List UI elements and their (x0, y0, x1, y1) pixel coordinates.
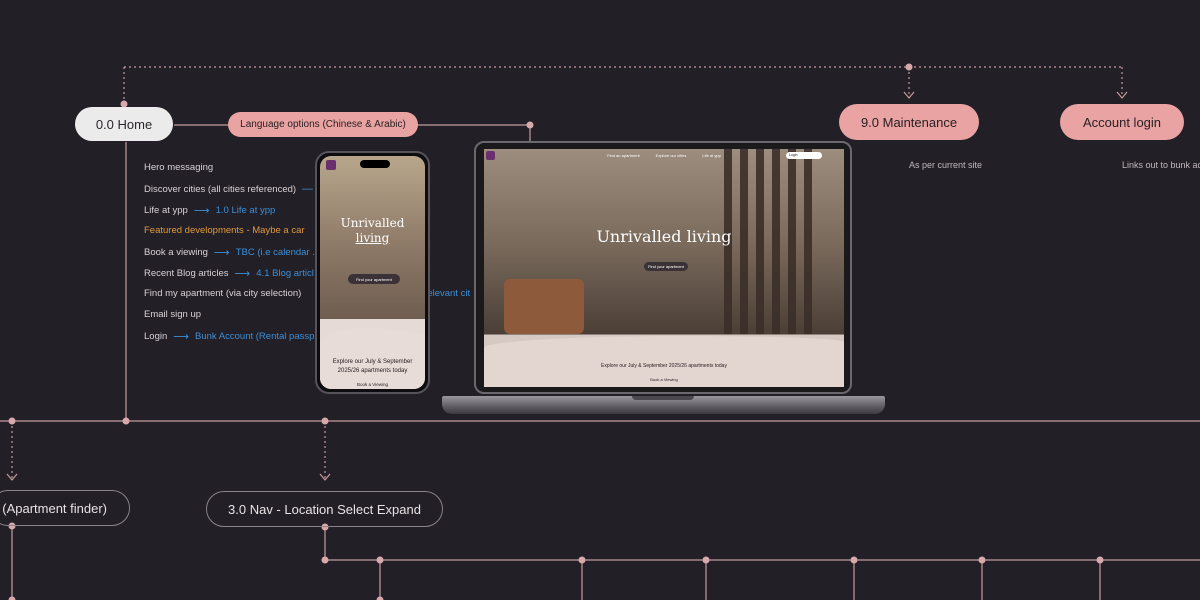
list-item: Recent Blog articles ⟶ 4.1 Blog articl (144, 267, 314, 280)
node-nav-location-select[interactable]: 3.0 Nav - Location Select Expand (206, 491, 443, 527)
phone-mockup: Unrivalled living Find your apartment Ex… (315, 151, 430, 394)
list-item-label: Email sign up (144, 309, 202, 320)
list-item-label: Login (144, 331, 168, 342)
laptop-nav-item[interactable]: Find an apartment (607, 153, 639, 158)
phone-cta-button[interactable]: Find your apartment (348, 274, 400, 284)
list-item-link[interactable]: Bunk Account (Rental passp (195, 331, 314, 342)
node-language-options[interactable]: Language options (Chinese & Arabic) (228, 112, 418, 137)
account-login-note: Links out to bunk ac (1122, 160, 1200, 170)
laptop-base (442, 396, 885, 414)
list-item-label: Find my apartment (via city selection) (144, 288, 302, 299)
laptop-screen: Find an apartment Explore our cities Lif… (484, 149, 844, 387)
list-item: Life at ypp ⟶ 1.0 Life at ypp (144, 204, 275, 217)
list-item-link[interactable]: elevant cit (427, 288, 470, 299)
list-item-label: Hero messaging (144, 162, 214, 173)
node-account-login[interactable]: Account login (1060, 104, 1184, 140)
laptop-groove (632, 396, 694, 400)
laptop-book-link[interactable]: Book a Viewing (484, 377, 844, 382)
phone-hero-line: Unrivalled (340, 216, 405, 230)
list-item-link[interactable]: 4.1 Blog articl (256, 268, 314, 279)
maintenance-note: As per current site (909, 160, 983, 170)
ypp-logo-icon (326, 160, 336, 170)
phone-notch (360, 160, 390, 168)
node-home[interactable]: 0.0 Home (75, 107, 173, 141)
list-item: Book a viewing ⟶ TBC (i.e calendar ... o… (144, 246, 337, 259)
language-laptop-line (418, 124, 531, 141)
sitemap-diagram: 0.0 Home Language options (Chinese & Ara… (0, 0, 1200, 600)
laptop-mockup: Find an apartment Explore our cities Lif… (474, 141, 852, 394)
list-item-label: Life at ypp (144, 205, 188, 216)
laptop-nav-item[interactable]: Explore our cities (656, 153, 687, 158)
phone-hero-line: living (355, 231, 390, 245)
list-item: Email sign up (144, 309, 201, 320)
arrow-right-icon: ⟶ (213, 247, 230, 259)
phone-hero-title: Unrivalled living (320, 216, 425, 246)
phone-explore-text: Explore our July & September 2025/26 apa… (332, 359, 413, 374)
sofa-shape (504, 279, 584, 334)
arrow-right-icon: ⟶ (234, 268, 251, 280)
laptop-cta-button[interactable]: Find your apartment (644, 262, 688, 271)
node-maintenance[interactable]: 9.0 Maintenance (839, 104, 979, 140)
list-item-label: Book a viewing (144, 247, 208, 258)
arrow-right-icon: ⟶ (193, 205, 210, 217)
list-item: Login ⟶ Bunk Account (Rental passp (144, 330, 314, 343)
laptop-login-field[interactable]: Login (786, 152, 822, 159)
list-item-label: Recent Blog articles (144, 268, 229, 279)
phone-screen: Unrivalled living Find your apartment Ex… (320, 156, 425, 389)
arrow-right-icon: ⟶ (173, 331, 190, 343)
list-item-label: Discover cities (all cities referenced) (144, 183, 297, 195)
laptop-explore-text: Explore our July & September 2025/26 apa… (601, 363, 727, 369)
laptop-nav-item[interactable]: Life at ypp (702, 153, 720, 158)
phone-book-link[interactable]: Book a Viewing (320, 382, 425, 387)
list-item-link[interactable]: 1.0 Life at ypp (216, 205, 276, 216)
arrow-right-icon: — (302, 183, 314, 195)
list-item: Discover cities (all cities referenced) … (144, 183, 313, 195)
list-item: Featured developments - Maybe a car (144, 225, 305, 236)
laptop-hero-title: Unrivalled living (596, 227, 732, 246)
list-item-label: Featured developments - Maybe a car (144, 225, 305, 236)
list-item: Hero messaging (144, 162, 213, 173)
node-apartment-finder[interactable]: (Apartment finder) (0, 490, 130, 526)
